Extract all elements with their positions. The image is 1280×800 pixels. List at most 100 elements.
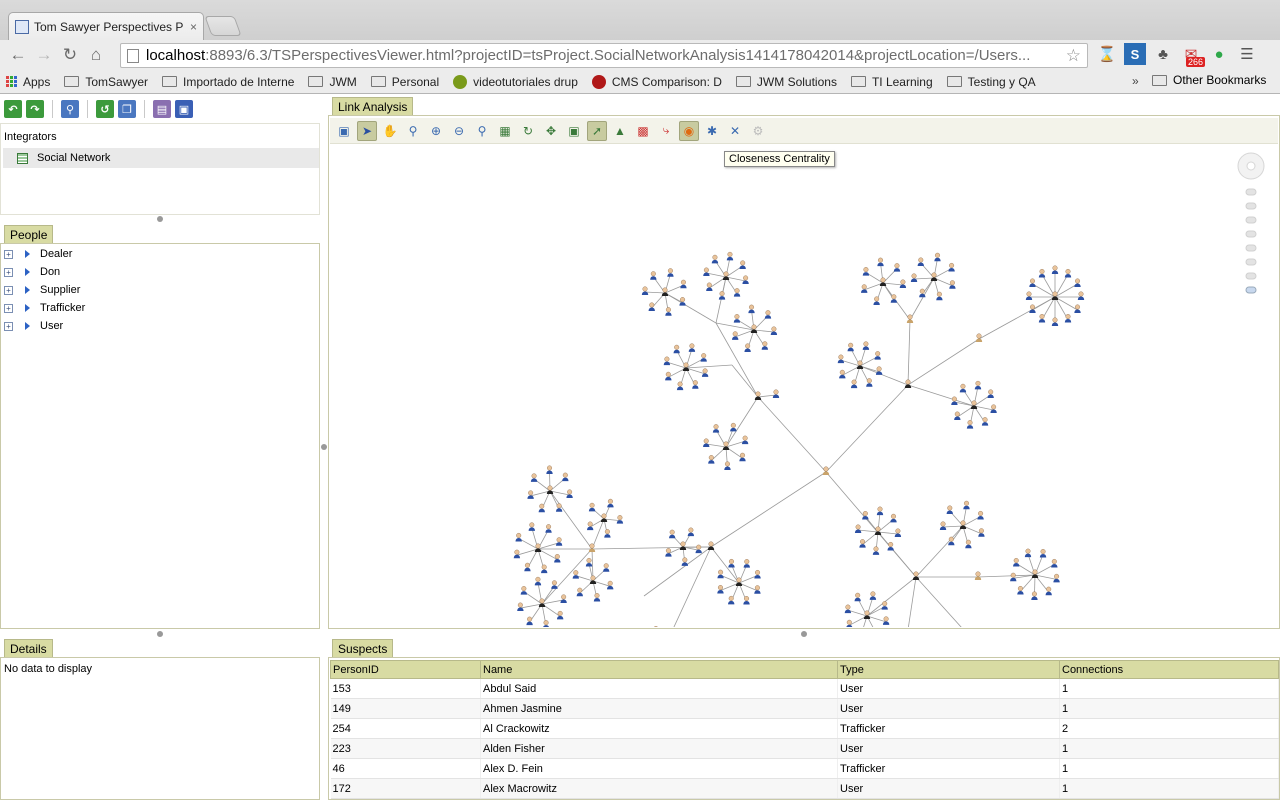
user-node[interactable] [739,260,746,269]
user-node[interactable] [517,602,524,612]
zoom-level-tick[interactable] [1245,230,1257,238]
user-node[interactable] [854,592,861,602]
user-node[interactable] [990,404,997,413]
user-node[interactable] [540,564,548,574]
layout-icon[interactable]: ▣ [175,100,193,118]
redo-icon[interactable]: ↷ [26,100,44,118]
new-tab-button[interactable] [204,16,242,36]
user-node[interactable] [862,267,870,276]
refresh-layout-icon[interactable]: ↻ [518,121,538,141]
people-tree-item[interactable]: + Trafficker [4,299,85,317]
user-node[interactable] [890,294,898,303]
user-node[interactable] [764,310,772,319]
user-node[interactable] [869,591,877,600]
zoom-level-tick[interactable] [1245,188,1257,196]
user-node[interactable] [772,389,780,398]
address-bar[interactable]: localhost :8893/6.3/TSPerspectivesViewer… [120,43,1088,68]
user-node[interactable] [641,286,649,295]
table-row[interactable]: 153 Abdul Said User 1 [330,678,1279,699]
user-node[interactable] [1045,586,1052,596]
network-graph[interactable] [328,147,1280,627]
user-node[interactable] [881,601,888,610]
user-node[interactable] [981,417,989,426]
user-node[interactable] [604,529,611,538]
browser-tab[interactable]: Tom Sawyer Perspectives P × [8,12,204,40]
table-row[interactable]: 46 Alex D. Fein Trafficker 1 [330,758,1279,779]
user-node[interactable] [712,424,720,433]
user-node[interactable] [524,562,531,572]
tab-suspects[interactable]: Suspects [332,639,394,657]
user-node[interactable] [894,528,902,537]
user-node[interactable] [555,503,563,512]
user-node[interactable] [730,422,737,432]
user-node[interactable] [959,383,967,393]
user-node[interactable] [665,307,672,316]
user-node[interactable] [1051,265,1059,274]
user-node[interactable] [936,291,943,301]
document-icon[interactable]: ▤ [153,100,171,118]
layout-icon[interactable]: ▦ [495,121,515,141]
hourglass-icon[interactable]: ⌛ [1096,43,1118,65]
link-icon[interactable]: ➚ [587,120,607,141]
user-node[interactable] [744,343,751,352]
bookmark-item[interactable]: JWM Solutions [735,75,837,89]
zoom-slider[interactable] [1236,151,1266,311]
user-node[interactable] [513,549,521,559]
user-node[interactable] [846,619,853,627]
back-arrow-icon[interactable]: ← [5,42,31,68]
column-header[interactable]: PersonID [330,660,481,679]
user-node[interactable] [876,506,884,516]
column-header[interactable]: Name [480,660,838,679]
tab-link-analysis[interactable]: Link Analysis [332,97,414,115]
user-node[interactable] [1024,548,1032,558]
splitter-handle[interactable] [801,631,807,637]
user-node[interactable] [555,537,563,546]
user-node[interactable] [688,343,696,352]
hub-node[interactable] [546,485,554,494]
user-node[interactable] [711,254,719,264]
user-node[interactable] [733,288,741,297]
user-node[interactable] [588,502,596,512]
user-node[interactable] [1074,278,1081,287]
column-header[interactable]: Connections [1059,660,1279,679]
user-node[interactable] [854,524,862,534]
user-node[interactable] [1051,558,1058,568]
user-node[interactable] [653,626,659,627]
user-node[interactable] [616,515,624,524]
user-node[interactable] [703,267,710,277]
closeness-centrality-icon[interactable]: ◉ [679,120,699,141]
splitter-handle[interactable] [321,444,327,450]
user-node[interactable] [687,527,695,537]
user-node[interactable] [648,302,655,311]
select-pointer-icon[interactable]: ➤ [357,120,377,141]
mail-checker-icon[interactable]: ✉ 266 [1180,43,1205,67]
expand-plus-icon[interactable]: + [4,321,13,331]
collapse-icon[interactable]: ▩ [633,121,653,141]
user-node[interactable] [770,326,778,335]
user-node[interactable] [743,559,750,568]
user-node[interactable] [526,616,533,626]
dealer-node[interactable] [974,571,982,580]
user-node[interactable] [862,341,870,350]
bookmark-star-icon[interactable]: ☆ [1066,46,1081,66]
user-node[interactable] [1064,268,1072,278]
user-node[interactable] [530,473,538,482]
column-header[interactable]: Type [837,660,1060,679]
forward-arrow-icon[interactable]: → [31,42,57,68]
overview-icon[interactable]: ▣ [334,121,354,141]
user-node[interactable] [663,356,671,366]
user-node[interactable] [939,521,947,530]
settings-icon[interactable]: ⚙ [748,121,768,141]
user-node[interactable] [700,353,707,362]
tab-people[interactable]: People [4,225,54,243]
user-node[interactable] [1038,268,1046,278]
zoom-level-tick[interactable] [1245,202,1257,210]
clear-icon[interactable]: ✕ [725,121,745,141]
zoom-level-tick[interactable] [1245,244,1257,252]
user-node[interactable] [1013,558,1020,567]
user-node[interactable] [946,505,953,514]
hub-node[interactable] [874,526,882,535]
zoom-box-icon[interactable]: ⚲ [403,121,423,141]
user-node[interactable] [718,291,726,300]
expand-plus-icon[interactable]: + [4,249,13,259]
